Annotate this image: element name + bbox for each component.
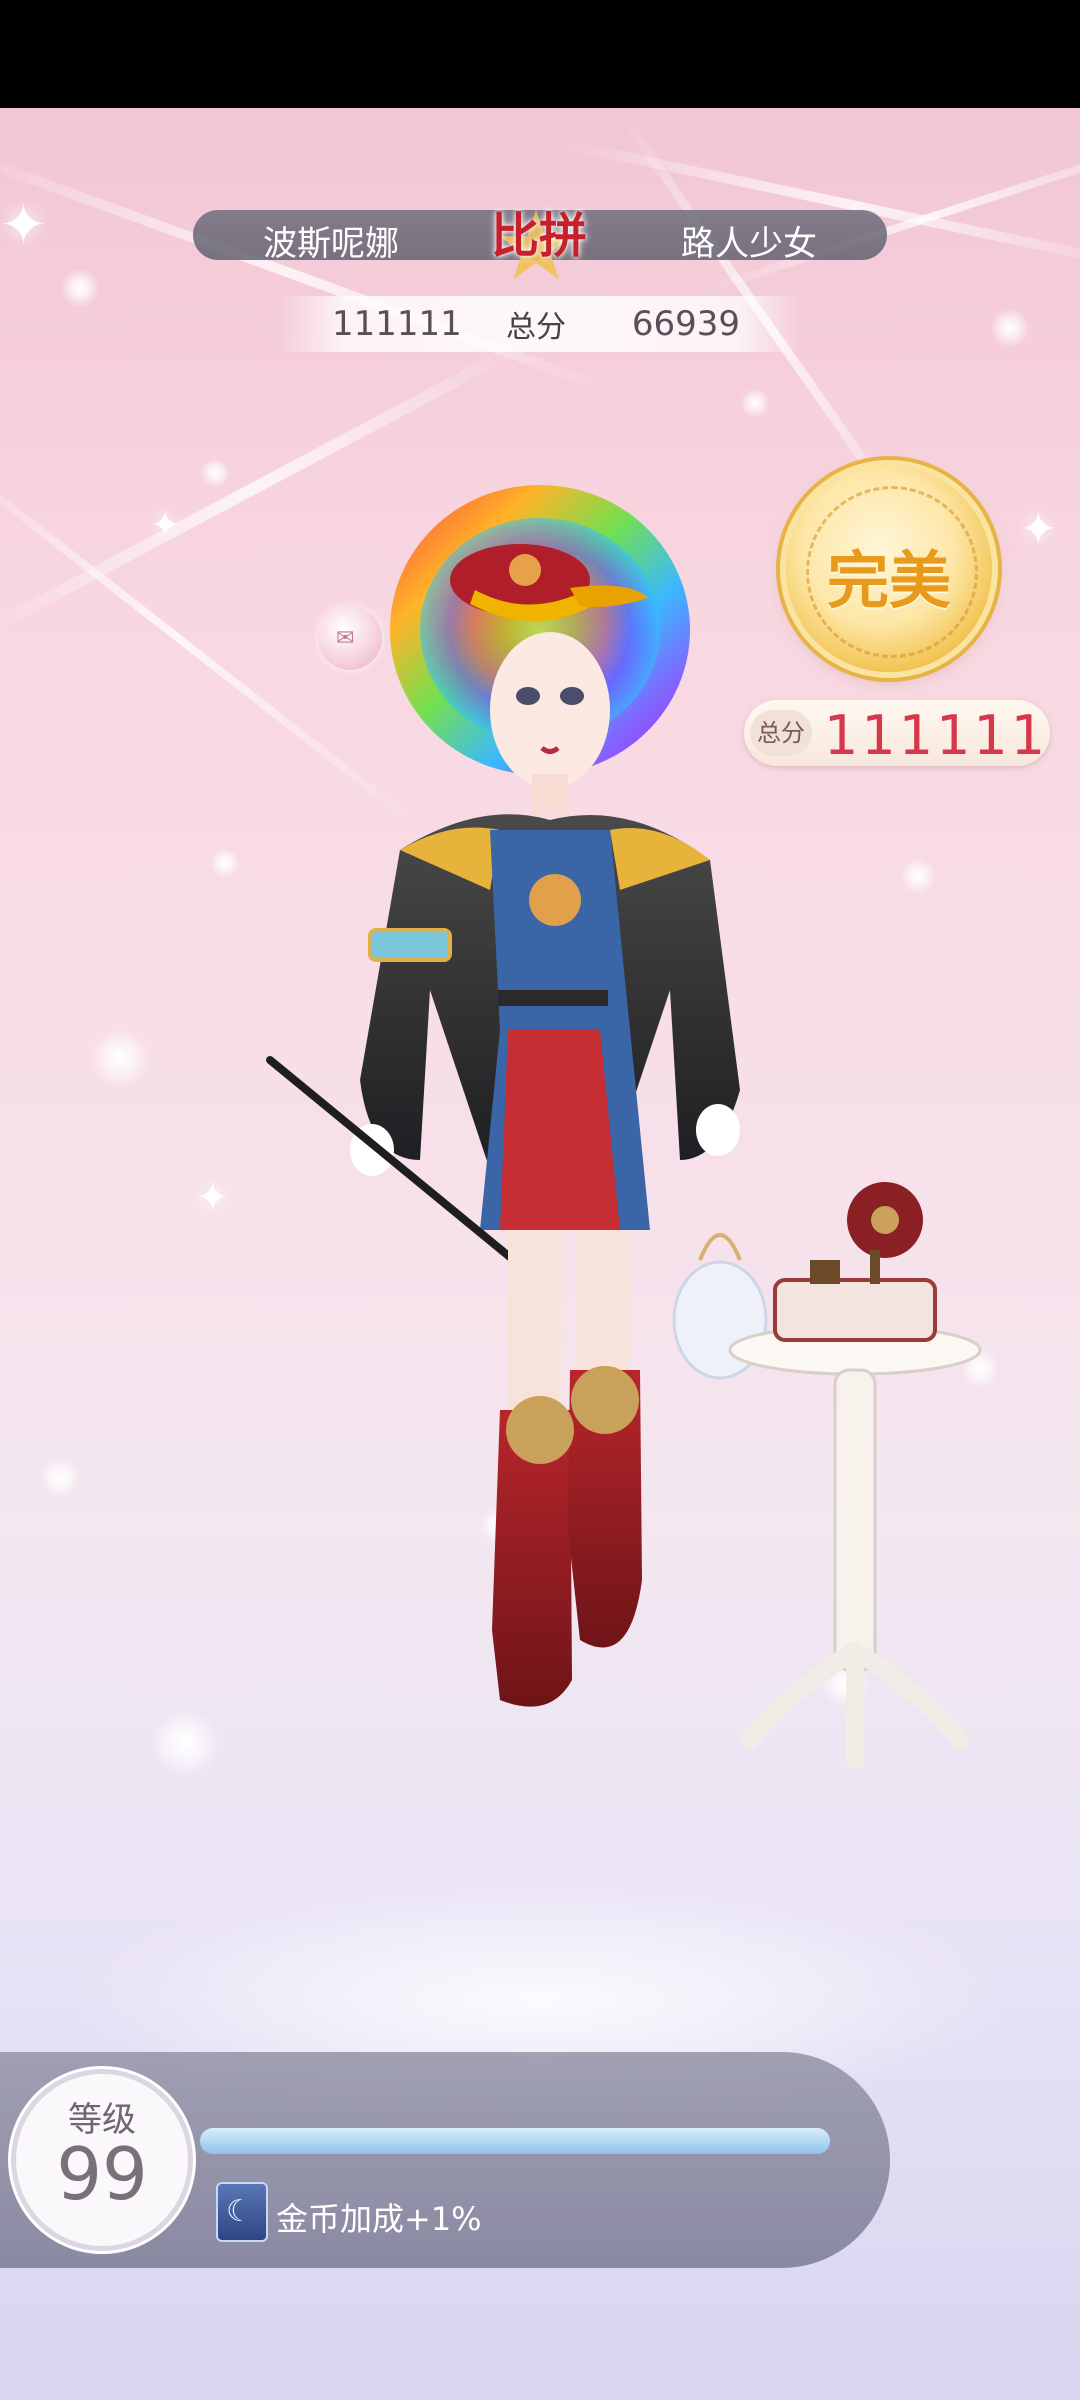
twinkle-star-icon: ✦ xyxy=(150,505,181,546)
versus-banner: 波斯呢娜 路人少女 ★ 比拼 xyxy=(193,198,887,294)
status-bar xyxy=(0,0,1080,108)
sparkle xyxy=(990,308,1030,348)
level-badge[interactable]: 等级 99 xyxy=(16,2074,188,2246)
sparkle xyxy=(60,268,100,308)
moon-card-icon: ☾ xyxy=(216,2182,268,2242)
experience-bar-fill xyxy=(200,2128,830,2154)
total-score-pill: 总分 111111 xyxy=(744,700,1050,767)
twinkle-star-icon: ✦ xyxy=(196,1175,230,1221)
sparkle xyxy=(740,388,770,418)
sparkle xyxy=(900,858,936,894)
score-label: 总分 xyxy=(506,310,566,345)
sparkle xyxy=(210,848,240,878)
sparkle xyxy=(40,1458,80,1498)
total-score-value: 111111 xyxy=(824,704,1049,767)
experience-bar xyxy=(200,2128,830,2154)
left-score: 111111 xyxy=(332,304,462,344)
left-player-name: 波斯呢娜 xyxy=(263,224,399,264)
character-illustration xyxy=(266,485,768,1707)
right-score: 66939 xyxy=(631,304,740,344)
sparkle xyxy=(200,458,230,488)
perfect-medal: 完美 xyxy=(786,466,992,672)
score-comparison: 111111 总分 66939 xyxy=(280,296,800,352)
sparkle xyxy=(90,1028,150,1088)
versus-title: 比拼 xyxy=(490,208,587,264)
gramophone-table-illustration xyxy=(728,1182,982,1769)
level-value: 99 xyxy=(56,2132,148,2216)
right-player-name: 路人少女 xyxy=(681,224,817,264)
versus-emblem: ★ 比拼 xyxy=(479,192,599,302)
medal-label: 完美 xyxy=(826,544,951,617)
twinkle-star-icon: ✦ xyxy=(0,193,47,258)
coin-bonus-text: 金币加成+1% xyxy=(276,2200,482,2238)
twinkle-star-icon: ✦ xyxy=(1020,504,1057,555)
sparkle xyxy=(150,1708,220,1778)
